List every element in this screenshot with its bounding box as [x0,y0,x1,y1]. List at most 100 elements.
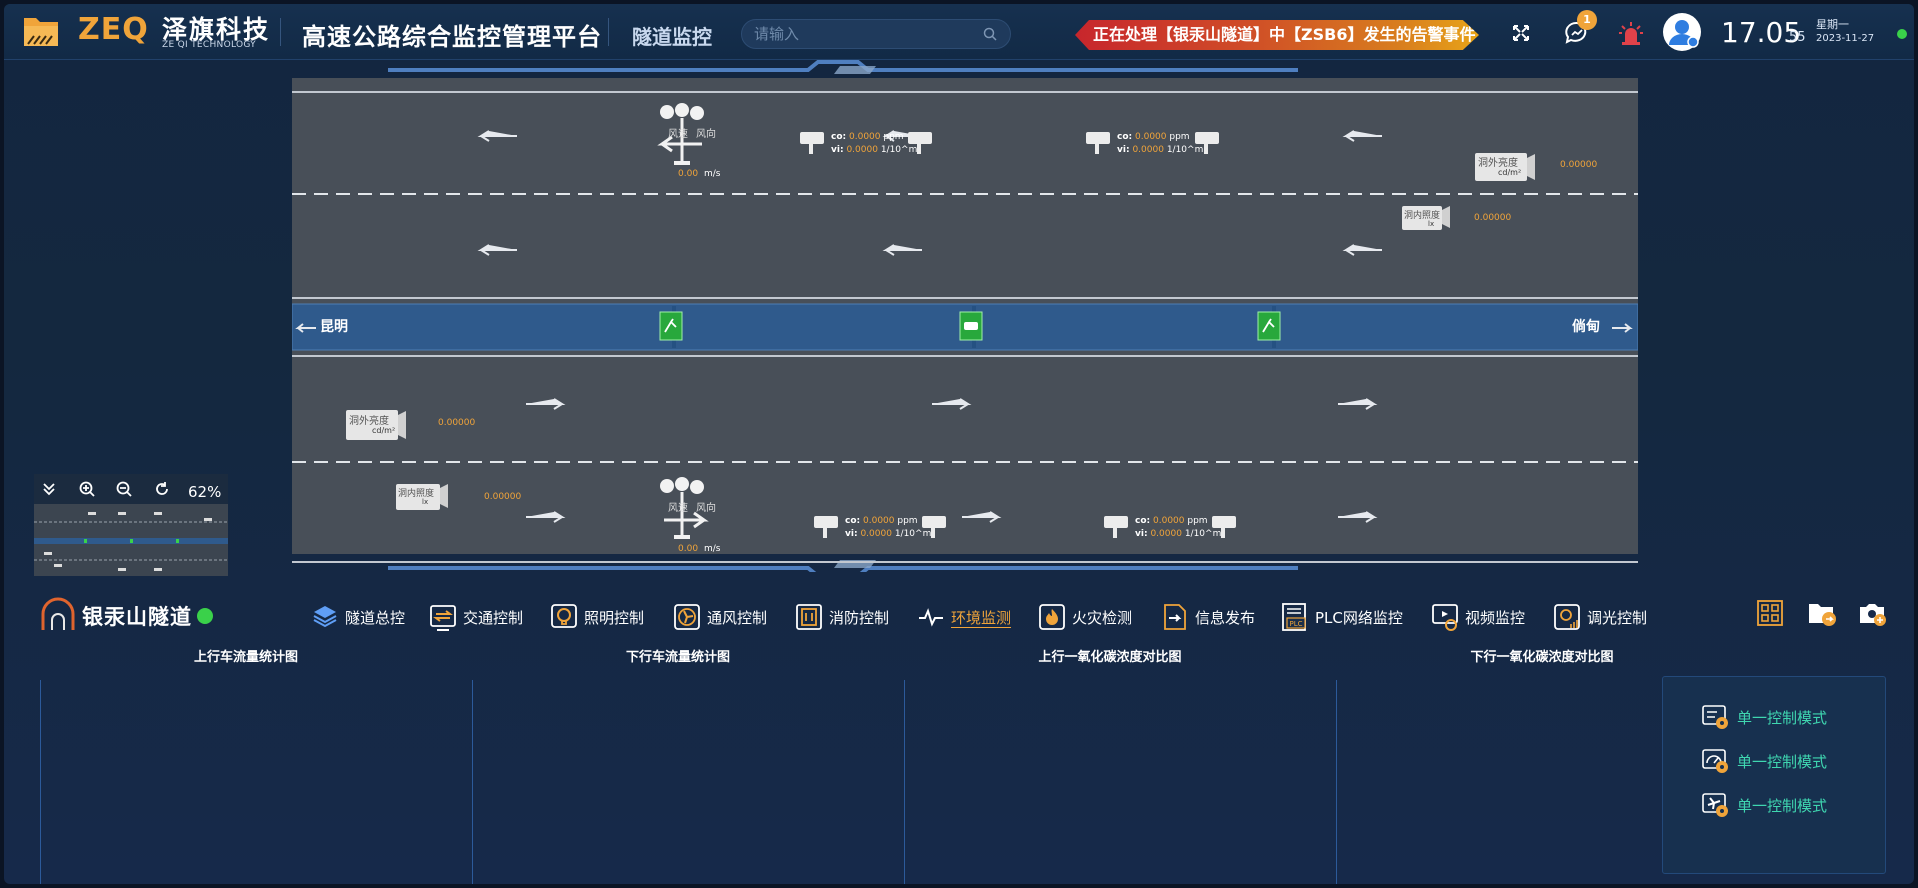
destination-right: 倘甸 [1572,319,1600,335]
control-mode-panel: 单一控制模式 单一控制模式 单一控制模式 [1662,676,1886,874]
control-mode-label: 单一控制模式 [1737,708,1828,727]
wind-direction-label: 风向 [696,503,716,514]
nav-label: 隧道总控 [345,608,406,627]
nav-ventilation-control[interactable]: 通风控制 [672,600,767,634]
header-divider [608,18,609,46]
gauge-icon [1702,749,1728,773]
alarm-icon[interactable] [1616,18,1646,48]
tunnel-icon [41,597,75,630]
search-icon[interactable] [982,26,998,42]
zoom-in-icon[interactable] [78,480,96,498]
panel-title-up-co: 上行一氧化碳浓度对比图 [1038,650,1182,665]
panel-axis-up-flow [40,680,41,884]
brand-subtitle: ZE QI TECHNOLOGY [162,40,256,50]
brand-logo: ZEQ [78,12,149,47]
co-vi-readout: co: 0.0000 ppm vi: 0.0000 1/10^m [831,132,918,155]
reset-icon[interactable] [153,480,171,498]
alert-banner[interactable]: 正在处理【银汞山隧道】中【ZSB6】发生的告警事件 [1075,20,1479,50]
nav-dimming-control[interactable]: 调光控制 [1552,600,1647,634]
fullscreen-icon[interactable] [1506,18,1536,48]
wind-speed-value: 0.00 [678,544,699,554]
control-mode-label: 单一控制模式 [1737,796,1828,815]
nav-info-publish[interactable]: 信息发布 [1160,600,1255,634]
wind-speed-unit: m/s [704,169,721,179]
nav-label: 照明控制 [584,608,645,627]
fan-icon [674,604,700,630]
panel-axis-up-co [904,680,905,884]
wind-speed-value: 0.00 [678,169,699,179]
bulb-icon [551,604,577,628]
control-mode-item[interactable]: 单一控制模式 [1701,791,1827,819]
outside-luminance-unit: cd/m² [372,426,396,435]
nav-environment-monitoring[interactable]: 环境监测 [916,600,1011,634]
inside-illuminance-value: 0.00000 [484,492,522,502]
destination-left: 昆明 [320,319,348,335]
outside-luminance-label: 洞外亮度 [349,416,389,427]
panel-title-down-flow: 下行车流量统计图 [625,650,730,665]
nav-fire-detection[interactable]: 火灾检测 [1037,600,1132,634]
nav-label: 火灾检测 [1072,608,1133,627]
nav-label: 视频监控 [1465,608,1526,627]
online-status-dot [1897,29,1907,39]
platform-title: 高速公路综合监控管理平台 [302,23,602,51]
zoom-level: 62% [188,483,222,501]
co-vi-readout: co: 0.0000 ppm vi: 0.0000 1/10^m [845,516,932,539]
user-avatar[interactable] [1662,12,1702,52]
nav-label: 环境监测 [951,608,1012,627]
wind-speed-label: 风速 [668,503,688,514]
nav-label: 通风控制 [707,608,768,627]
inside-illuminance-value: 0.00000 [1474,213,1512,223]
folder-logo-icon [24,18,58,46]
nav-label: 信息发布 [1195,608,1256,627]
outside-luminance-value: 0.00000 [1560,160,1598,170]
pulse-icon [919,608,943,627]
search-input[interactable] [741,19,1011,49]
inside-illuminance-unit: lx [1428,220,1435,228]
video-icon [1432,604,1458,631]
inside-illuminance-label: 洞内照度 [1404,211,1441,221]
clock-weekday: 星期一 [1816,18,1849,31]
camera-add-icon[interactable] [1856,597,1888,629]
nav-plc-network-monitoring[interactable]: PLC PLC网络监控 [1280,600,1403,634]
nav-video-monitoring[interactable]: 视频监控 [1430,600,1525,634]
publish-icon [1164,604,1186,630]
nav-label: 消防控制 [829,608,890,627]
wind-direction-label: 风向 [696,129,716,140]
dimmer-icon [1554,604,1580,630]
fan-settings-icon [1702,793,1728,817]
traffic-icon [430,605,456,631]
message-count-badge: 1 [1577,10,1597,30]
layers-icon [313,606,337,628]
folder-export-icon[interactable] [1806,597,1838,629]
tunnel-map[interactable]: 昆明 倘甸 风速 风向 0.00 m/s 风速 风向 0.00 m/s co: … [291,60,1639,578]
panel-axis-down-co [1336,680,1337,884]
nav-tunnel-overview[interactable]: 隧道总控 [310,600,405,634]
fire-cabinet-icon [796,604,822,630]
panel-title-down-co: 下行一氧化碳浓度对比图 [1470,650,1614,665]
control-mode-item[interactable]: 单一控制模式 [1701,703,1827,731]
nav-label: 交通控制 [463,608,524,627]
control-mode-item[interactable]: 单一控制模式 [1701,747,1827,775]
nav-lighting-control[interactable]: 照明控制 [549,600,644,634]
outside-luminance-value: 0.00000 [438,418,476,428]
nav-traffic-control[interactable]: 交通控制 [428,600,523,634]
plc-icon: PLC [1282,603,1306,631]
module-title: 隧道监控 [632,25,712,49]
nav-label: 调光控制 [1587,608,1648,627]
control-mode-label: 单一控制模式 [1737,752,1828,771]
clock-seconds: 55 [1789,30,1806,45]
co-vi-readout: co: 0.0000 ppm vi: 0.0000 1/10^m [1135,516,1222,539]
panel-title-up-flow: 上行车流量统计图 [193,650,298,665]
outside-luminance-unit: cd/m² [1498,168,1522,177]
collapse-icon[interactable] [40,480,58,498]
wind-speed-unit: m/s [704,544,721,554]
tunnel-name: 银汞山隧道 [82,605,192,629]
grid-view-icon[interactable] [1754,597,1786,629]
co-vi-readout: co: 0.0000 ppm vi: 0.0000 1/10^m [1117,132,1204,155]
top-header: ZEQ 泽旗科技 ZE QI TECHNOLOGY 高速公路综合监控管理平台 隧… [4,4,1914,60]
zoom-out-icon[interactable] [115,480,133,498]
nav-label: PLC网络监控 [1315,608,1403,627]
nav-fire-protection-control[interactable]: 消防控制 [794,600,889,634]
tunnel-status-dot [197,608,213,624]
flame-icon [1039,604,1065,630]
